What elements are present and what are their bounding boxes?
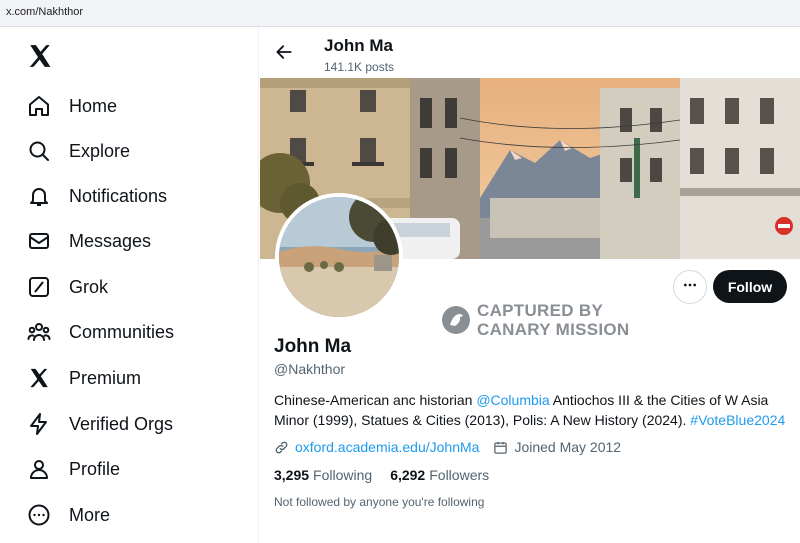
followed-by-note: Not followed by anyone you're following bbox=[274, 495, 485, 509]
canary-logo-icon bbox=[441, 305, 471, 335]
bell-icon bbox=[26, 183, 52, 209]
link-icon bbox=[274, 440, 289, 455]
search-icon bbox=[26, 138, 52, 164]
sidebar-item-label: Profile bbox=[69, 458, 121, 479]
profile-website-link[interactable]: oxford.academia.edu/JohnMa bbox=[295, 439, 479, 455]
profile-bio: Chinese-American anc historian @Columbia… bbox=[274, 390, 794, 430]
watermark-line-1: CAPTURED BY bbox=[477, 301, 604, 320]
profile-display-name: John Ma bbox=[274, 336, 352, 357]
sidebar-item-grok[interactable]: Grok bbox=[26, 270, 108, 304]
calendar-icon bbox=[493, 440, 508, 455]
sidebar-item-verified-orgs[interactable]: Verified Orgs bbox=[26, 407, 173, 441]
header-post-count: 141.1K posts bbox=[324, 60, 395, 74]
back-arrow-icon[interactable] bbox=[274, 42, 294, 62]
more-dots-icon bbox=[682, 277, 698, 298]
x-logo-icon[interactable] bbox=[26, 43, 54, 69]
following-count: 3,295 bbox=[274, 467, 310, 483]
followers-stat[interactable]: 6,292 Followers bbox=[390, 467, 489, 483]
bio-mention-link[interactable]: @Columbia bbox=[476, 392, 549, 408]
bio-text: Chinese-American anc historian bbox=[274, 392, 477, 408]
more-options-button[interactable] bbox=[673, 270, 707, 304]
followers-count: 6,292 bbox=[390, 467, 426, 483]
header-profile-name: John Ma bbox=[324, 36, 393, 55]
sidebar-item-notifications[interactable]: Notifications bbox=[26, 179, 167, 213]
x-logo-icon bbox=[26, 365, 52, 391]
sidebar-item-label: Notifications bbox=[69, 185, 168, 206]
sidebar-item-messages[interactable]: Messages bbox=[26, 224, 151, 258]
profile-header-bar: John Ma 141.1K posts bbox=[260, 27, 800, 78]
sidebar-item-profile[interactable]: Profile bbox=[26, 452, 120, 486]
browser-url-bar[interactable]: x.com/Nakhthor bbox=[0, 0, 800, 27]
people-icon bbox=[26, 319, 52, 345]
avatar[interactable] bbox=[275, 193, 403, 321]
sidebar-item-explore[interactable]: Explore bbox=[26, 134, 130, 168]
following-stat[interactable]: 3,295 Following bbox=[274, 467, 372, 483]
sidebar-item-label: Explore bbox=[69, 140, 131, 161]
sidebar-item-label: Home bbox=[69, 95, 118, 116]
bio-hashtag-link[interactable]: #VoteBlue2024 bbox=[690, 412, 785, 428]
profile-handle: @Nakhthor bbox=[274, 361, 346, 377]
person-icon bbox=[26, 456, 52, 482]
watermark-line-2: CANARY MISSION bbox=[477, 320, 630, 339]
sidebar-item-label: Grok bbox=[69, 276, 109, 297]
home-icon bbox=[26, 93, 52, 119]
sidebar-item-communities[interactable]: Communities bbox=[26, 315, 174, 349]
envelope-icon bbox=[26, 228, 52, 254]
following-label: Following bbox=[313, 467, 373, 483]
sidebar-item-more[interactable]: More bbox=[26, 498, 110, 532]
follow-button[interactable]: Follow bbox=[713, 270, 787, 303]
sidebar-item-label: Communities bbox=[69, 321, 175, 342]
profile-main-column: John Ma 141.1K posts Follow CAPTURED BY … bbox=[260, 27, 800, 543]
lightning-icon bbox=[26, 411, 52, 437]
sidebar-item-home[interactable]: Home bbox=[26, 89, 117, 123]
follow-stats: 3,295 Following 6,292 Followers bbox=[274, 467, 489, 483]
sidebar-item-premium[interactable]: Premium bbox=[26, 361, 141, 395]
profile-joined-date: Joined May 2012 bbox=[514, 439, 622, 455]
sidebar-item-label: Messages bbox=[69, 230, 152, 251]
profile-meta-row: oxford.academia.edu/JohnMa Joined May 20… bbox=[274, 437, 621, 457]
url-text[interactable]: x.com/Nakhthor bbox=[6, 6, 83, 18]
canary-mission-watermark: CAPTURED BY CANARY MISSION bbox=[441, 300, 630, 340]
sidebar-item-label: Premium bbox=[69, 367, 142, 388]
sidebar-item-label: Verified Orgs bbox=[69, 413, 174, 434]
more-circle-icon bbox=[26, 502, 52, 528]
sidebar-nav: Home Explore Notifications Messages Grok… bbox=[0, 27, 259, 543]
grok-icon bbox=[26, 274, 52, 300]
sidebar-item-label: More bbox=[69, 504, 111, 525]
followers-label: Followers bbox=[429, 467, 490, 483]
